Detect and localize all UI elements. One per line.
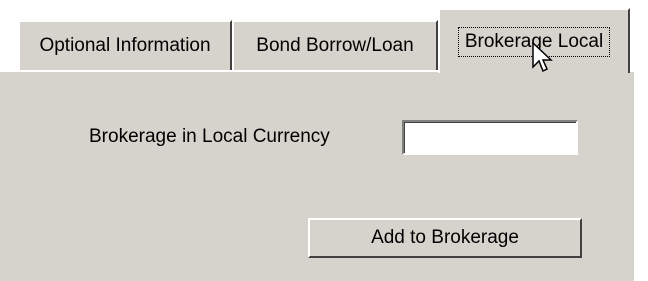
properties-window: Optional Information Bond Borrow/Loan Br… [0, 0, 648, 281]
tab-optional-information[interactable]: Optional Information [18, 20, 232, 70]
tab-label: Bond Borrow/Loan [256, 35, 414, 56]
add-to-brokerage-button[interactable]: Add to Brokerage [308, 218, 582, 258]
brokerage-field-label: Brokerage in Local Currency [89, 126, 330, 147]
tab-panel-brokerage-local: Brokerage in Local Currency Add to Broke… [0, 70, 634, 281]
mouse-pointer-icon [532, 42, 553, 73]
tab-label: Optional Information [39, 35, 211, 56]
tab-bond-borrow-loan[interactable]: Bond Borrow/Loan [232, 20, 438, 70]
brokerage-local-currency-input[interactable] [402, 120, 578, 155]
